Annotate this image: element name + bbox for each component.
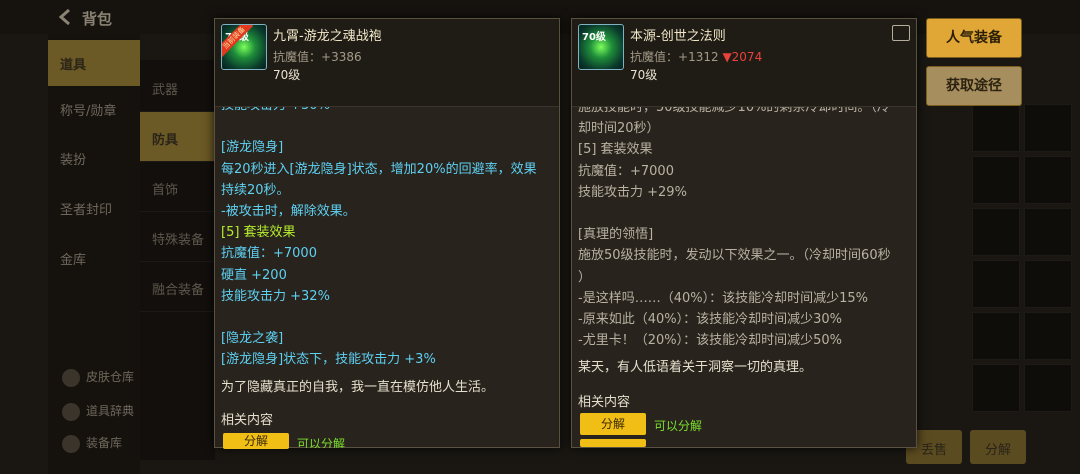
description-line: 技能攻击力 +30% xyxy=(221,107,553,116)
inventory-slot[interactable] xyxy=(1024,156,1072,204)
description-line: 抗魔值：+7000 xyxy=(221,246,317,262)
sub-item-accessory[interactable]: 首饰 xyxy=(140,162,215,212)
skin-storage-icon xyxy=(62,368,80,387)
secondary-action-button[interactable] xyxy=(580,439,646,447)
description-line: 却时间20秒） xyxy=(578,121,660,137)
tooltip-header: 70级 当前装备 九霄-游龙之魂战袍 抗魔值：+3386 70级 xyxy=(215,19,559,107)
description-line: 技能攻击力 +32% xyxy=(221,288,330,304)
sub-item-armor[interactable]: 防具 xyxy=(140,112,215,162)
related-content-title: 相关内容 xyxy=(578,395,631,410)
nav-item-vault[interactable]: 金库 xyxy=(48,235,140,281)
description-line: 某天，有人低语着关于洞察一切的真理。 xyxy=(578,360,813,376)
description-line: -被攻击时，解除效果。 xyxy=(221,204,356,219)
item-name: 九霄-游龙之魂战袍 xyxy=(273,29,382,44)
description-line xyxy=(578,203,910,224)
item-dictionary-link[interactable]: 道具辞典 xyxy=(62,402,134,421)
inventory-slot[interactable] xyxy=(1024,364,1072,412)
item-stat: 抗魔值：+3386 xyxy=(273,48,362,65)
item-level: 70级 xyxy=(630,68,658,82)
description-line xyxy=(221,307,553,328)
inventory-slot[interactable] xyxy=(1024,260,1072,308)
description-line xyxy=(221,116,553,137)
description-line: 施放技能时，50级技能减少10%的剩余冷却时间。（冷 xyxy=(578,107,890,115)
description-line: [真理的领悟] xyxy=(578,227,654,243)
tooltip-header: 70级 本源-创世之法则 抗魔值：+1312 ▼2074 70级 xyxy=(572,19,916,107)
description-line: 施放50级技能时，发动以下效果之一。（冷却时间60秒 xyxy=(578,248,891,264)
sub-nav: 武器 防具 首饰 特殊装备 融合装备 xyxy=(140,60,215,460)
description-line: ） xyxy=(578,269,592,285)
description-line: -原来如此（40%）：该技能冷却时间减少30% xyxy=(578,312,842,328)
inventory-slot[interactable] xyxy=(972,104,1020,152)
back-arrow-icon[interactable] xyxy=(56,7,76,27)
description-line: [隐龙之袭] xyxy=(221,331,284,347)
description-line: 每20秒进入[游龙隐身]状态，增加20%的回避率，效果 xyxy=(221,161,537,177)
item-name: 本源-创世之法则 xyxy=(630,29,726,44)
nav-item-seal[interactable]: 圣者封印 xyxy=(48,185,140,231)
item-dictionary-label: 道具辞典 xyxy=(86,404,135,418)
sub-item-special[interactable]: 特殊装备 xyxy=(140,212,215,262)
share-icon[interactable] xyxy=(892,25,910,41)
description-line: [5] 套装效果 xyxy=(221,225,296,241)
equipment-library-label: 装备库 xyxy=(86,436,123,450)
nav-item-items[interactable]: 道具 xyxy=(48,40,140,86)
description-line: 持续20秒。 xyxy=(221,182,290,198)
icon-level-label: 70级 xyxy=(582,32,606,43)
popular-equipment-button[interactable]: 人气装备 xyxy=(926,18,1022,58)
decompose-status: 可以分解 xyxy=(297,437,346,448)
sub-item-weapon[interactable]: 武器 xyxy=(140,62,215,112)
skin-storage-link[interactable]: 皮肤仓库 xyxy=(62,368,134,387)
compared-item-tooltip: 70级 本源-创世之法则 抗魔值：+1312 ▼2074 70级 施放技能时，5… xyxy=(571,18,917,448)
dictionary-icon xyxy=(62,402,80,421)
inventory-slot[interactable] xyxy=(972,208,1020,256)
stat-value: +1312 xyxy=(678,50,719,64)
decompose-all-button[interactable]: 分解 xyxy=(970,430,1026,464)
equipped-item-tooltip: 70级 当前装备 九霄-游龙之魂战袍 抗魔值：+3386 70级 技能攻击力 +… xyxy=(214,18,560,449)
nav-item-avatar[interactable]: 装扮 xyxy=(48,135,140,181)
item-level: 70级 xyxy=(273,68,301,82)
decompose-button[interactable]: 分解 xyxy=(223,433,289,449)
sub-item-fusion[interactable]: 融合装备 xyxy=(140,262,215,312)
item-stat: 抗魔值：+1312 ▼2074 xyxy=(630,48,762,65)
inventory-slot[interactable] xyxy=(972,260,1020,308)
decompose-status: 可以分解 xyxy=(654,419,703,433)
equipment-library-icon xyxy=(62,434,80,453)
description-line: [5] 套装效果 xyxy=(578,142,653,158)
inventory-slot[interactable] xyxy=(1024,208,1072,256)
description-line: 为了隐藏真正的自我，我一直在模仿他人生活。 xyxy=(221,379,495,395)
description-line: 技能攻击力 +29% xyxy=(578,184,687,200)
tooltip-description: 技能攻击力 +30% [游龙隐身] 每20秒进入[游龙隐身]状态，增加20%的回避率… xyxy=(215,107,559,397)
decompose-button[interactable]: 分解 xyxy=(580,413,646,435)
inventory-slot[interactable] xyxy=(972,156,1020,204)
description-line: 抗魔值：+7000 xyxy=(578,163,674,179)
equipment-library-link[interactable]: 装备库 xyxy=(62,434,122,453)
tooltip-description: 施放技能时，50级技能减少10%的剩余冷却时间。（冷却时间20秒） [5] 套装效… xyxy=(572,107,916,397)
description-line: 硬直 +200 xyxy=(221,267,287,283)
description-line: [游龙隐身] xyxy=(221,140,284,156)
armor-item-icon: 70级 当前装备 xyxy=(221,24,267,70)
obtain-route-button[interactable]: 获取途径 xyxy=(926,66,1022,106)
stat-decrease: ▼2074 xyxy=(722,50,763,64)
stat-label: 抗魔值： xyxy=(630,50,679,64)
stat-label: 抗魔值： xyxy=(273,50,322,64)
description-line: [游龙隐身]状态下，技能攻击力 +3% xyxy=(221,352,436,368)
inventory-slot[interactable] xyxy=(972,312,1020,360)
inventory-slot[interactable] xyxy=(1024,104,1072,152)
armor-item-icon: 70级 xyxy=(578,24,624,70)
related-content-title: 相关内容 xyxy=(221,413,274,428)
nav-item-titles[interactable]: 称号/勋章 xyxy=(48,86,140,132)
inventory-slot[interactable] xyxy=(1024,312,1072,360)
page-title: 背包 xyxy=(82,10,113,28)
stat-value: +3386 xyxy=(321,50,362,64)
description-line: -尤里卡！（20%）：该技能冷却时间减少50% xyxy=(578,333,842,349)
inventory-slot[interactable] xyxy=(972,364,1020,412)
description-line: -是这样吗……（40%）：该技能冷却时间减少15% xyxy=(578,290,868,306)
skin-storage-label: 皮肤仓库 xyxy=(86,370,135,384)
